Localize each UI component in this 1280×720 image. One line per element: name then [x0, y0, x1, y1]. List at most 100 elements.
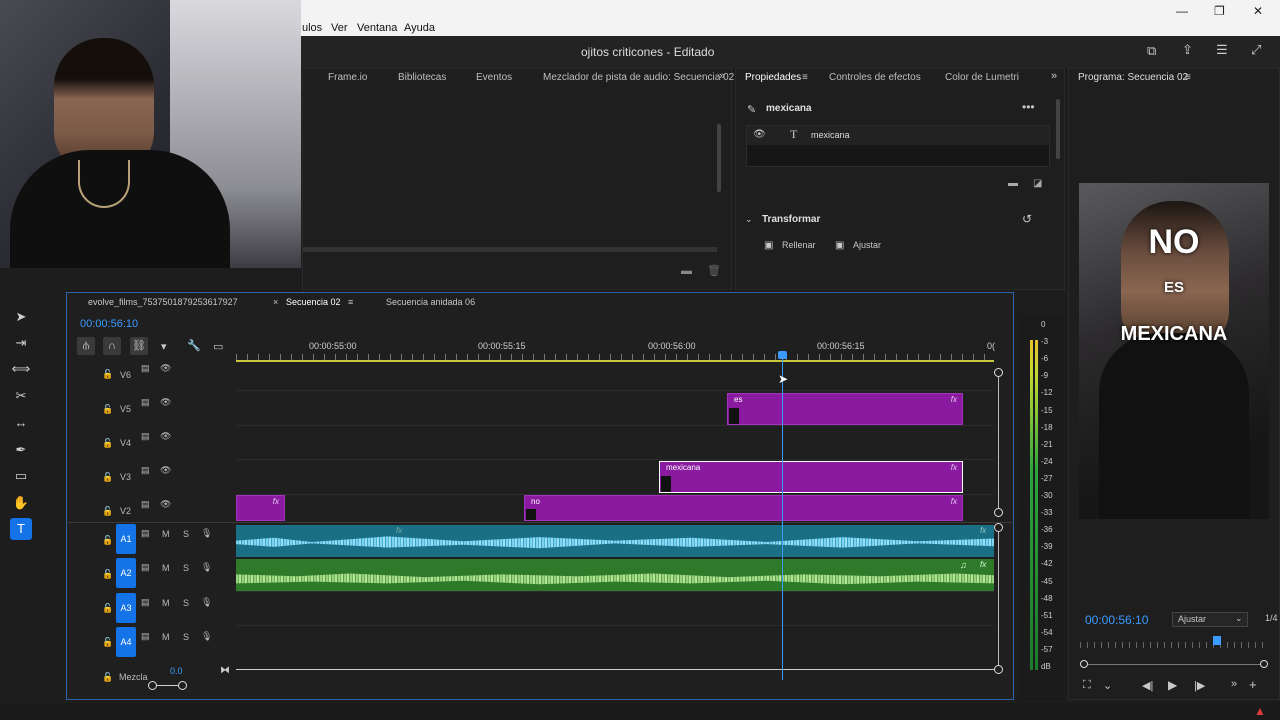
folder-icon[interactable]: ▬ — [1008, 178, 1018, 189]
program-title[interactable]: Programa: Secuencia 02 — [1078, 72, 1188, 83]
tab-evolve-films[interactable]: evolve_films_7537501879253617927 — [88, 297, 238, 307]
program-timecode[interactable]: 00:00:56:10 — [1085, 613, 1148, 627]
more-options-icon[interactable]: ••• — [1022, 100, 1035, 114]
more-controls-icon[interactable]: » — [1231, 678, 1237, 690]
section-transformar[interactable]: Transformar — [762, 214, 820, 225]
captions-icon[interactable]: ▭ — [213, 340, 223, 353]
scroll-handle[interactable] — [994, 508, 1003, 517]
close-tab-icon[interactable]: × — [273, 297, 278, 307]
audio-clip-a1[interactable]: fx fx — [236, 525, 994, 557]
track-v4[interactable]: V4 — [120, 438, 131, 448]
video-preview[interactable]: NO ES MEXICANA — [1079, 183, 1269, 519]
track-v2[interactable]: V2 — [120, 506, 131, 516]
fill-label[interactable]: Rellenar — [782, 240, 816, 250]
track-a4[interactable]: A4 — [116, 627, 136, 657]
horizontal-scrollbar[interactable] — [303, 247, 717, 252]
tab-frameio[interactable]: Frame.io — [328, 72, 367, 83]
lock-icon[interactable]: 🔓 — [102, 404, 113, 415]
zoom-bar[interactable] — [1084, 664, 1264, 665]
new-layer-icon[interactable]: ◪ — [1033, 178, 1042, 189]
chevron-down-icon[interactable]: ⌄ — [1103, 679, 1112, 692]
tab-secuencia-02[interactable]: Secuencia 02 — [286, 297, 341, 307]
hand-icon[interactable]: ✋ — [10, 492, 32, 514]
step-forward-icon[interactable]: |▶ — [1194, 679, 1205, 692]
lock-icon[interactable]: 🔓 — [102, 535, 113, 546]
track-a2[interactable]: A2 — [116, 558, 136, 588]
lock-icon[interactable]: 🔓 — [102, 506, 113, 517]
panel-menu-icon[interactable]: ≡ — [348, 297, 353, 307]
fx-badge[interactable]: fx — [951, 463, 957, 472]
playhead-handle[interactable] — [778, 351, 787, 359]
fx-badge[interactable]: fx — [951, 497, 957, 506]
solo-button[interactable]: S — [183, 529, 189, 539]
mute-button[interactable]: M — [162, 529, 170, 539]
menu-item-modulos[interactable]: ulos — [302, 22, 322, 34]
razor-icon[interactable]: ✂ — [10, 385, 32, 407]
eye-icon[interactable]: 👁 — [160, 499, 171, 510]
mix-value[interactable]: 0.0 — [170, 666, 183, 676]
more-tabs-icon[interactable]: » — [719, 70, 725, 82]
play-icon[interactable]: ▶ — [1168, 678, 1177, 692]
playhead[interactable] — [782, 352, 783, 680]
mic-icon[interactable]: 🎙 — [201, 597, 212, 608]
linked-selection-icon[interactable]: ⛓ — [130, 337, 148, 355]
track-v5[interactable]: V5 — [120, 404, 131, 414]
sync-icon[interactable]: ▤ — [141, 465, 150, 476]
sync-icon[interactable]: ▤ — [141, 363, 150, 374]
type-tool-icon[interactable]: T — [10, 518, 32, 540]
sync-icon[interactable]: ▤ — [141, 431, 150, 442]
tab-eventos[interactable]: Eventos — [476, 72, 512, 83]
video-scrollbar[interactable] — [998, 372, 999, 512]
marker-icon[interactable]: ▾ — [161, 340, 167, 353]
menu-item-ayuda[interactable]: Ayuda — [404, 22, 435, 34]
scroll-handle[interactable] — [994, 523, 1003, 532]
lock-icon[interactable]: 🔓 — [102, 672, 113, 683]
step-back-icon[interactable]: ◀| — [1142, 679, 1153, 692]
mic-icon[interactable]: 🎙 — [201, 528, 212, 539]
fx-badge[interactable]: fx — [980, 560, 986, 569]
solo-button[interactable]: S — [183, 632, 189, 642]
ripple-edit-icon[interactable]: ⟺ — [10, 358, 32, 380]
resolution-ratio[interactable]: 1/4 — [1265, 613, 1278, 623]
mic-icon[interactable]: 🎙 — [201, 562, 212, 573]
solo-button[interactable]: S — [183, 598, 189, 608]
tab-propiedades[interactable]: Propiedades — [745, 72, 801, 83]
scrollbar[interactable] — [717, 124, 721, 192]
sync-icon[interactable]: ▤ — [141, 397, 150, 408]
selection-tool-icon[interactable]: ➤ — [10, 306, 32, 328]
folder-icon[interactable]: ▬ — [681, 265, 692, 277]
snap-icon[interactable]: ∩ — [103, 337, 121, 355]
chevron-down-icon[interactable]: ⌄ — [745, 214, 753, 225]
lock-icon[interactable]: 🔓 — [102, 438, 113, 449]
menu-item-ver[interactable]: Ver — [331, 22, 348, 34]
panel-menu-icon[interactable]: ≡ — [802, 72, 808, 83]
scrollbar[interactable] — [1056, 99, 1060, 159]
maximize-icon[interactable]: ❐ — [1214, 4, 1225, 18]
warning-icon[interactable]: ▲ — [1254, 704, 1266, 718]
track-a1[interactable]: A1 — [116, 524, 136, 554]
reset-icon[interactable]: ↺ — [1022, 212, 1032, 226]
solo-button[interactable]: S — [183, 563, 189, 573]
safe-margins-icon[interactable]: ⛶ — [1083, 679, 1091, 692]
eye-icon[interactable]: 👁 — [160, 431, 171, 442]
eye-icon[interactable]: 👁 — [753, 129, 766, 140]
nest-icon[interactable]: ⫛ — [77, 337, 95, 355]
trash-icon[interactable]: 🗑 — [707, 264, 721, 277]
sync-icon[interactable]: ▤ — [141, 631, 150, 642]
add-button-icon[interactable]: + — [1249, 677, 1257, 692]
lock-icon[interactable]: 🔓 — [102, 472, 113, 483]
audio-scrollbar[interactable] — [998, 527, 999, 669]
sync-icon[interactable]: ▤ — [141, 562, 150, 573]
tab-controles-efectos[interactable]: Controles de efectos — [829, 72, 921, 83]
zoom-handle-left[interactable] — [148, 681, 157, 690]
zoom-handle-right[interactable] — [178, 681, 187, 690]
mute-button[interactable]: M — [162, 632, 170, 642]
mic-icon[interactable]: 🎙 — [201, 631, 212, 642]
track-a3[interactable]: A3 — [116, 593, 136, 623]
share-icon[interactable]: ⇪ — [1182, 42, 1193, 58]
mix-volume-line[interactable] — [236, 669, 994, 670]
workspaces-icon[interactable]: ☰ — [1216, 42, 1228, 58]
mute-button[interactable]: M — [162, 563, 170, 573]
lock-icon[interactable]: 🔓 — [102, 637, 113, 648]
fx-badge[interactable]: fx — [273, 497, 279, 506]
